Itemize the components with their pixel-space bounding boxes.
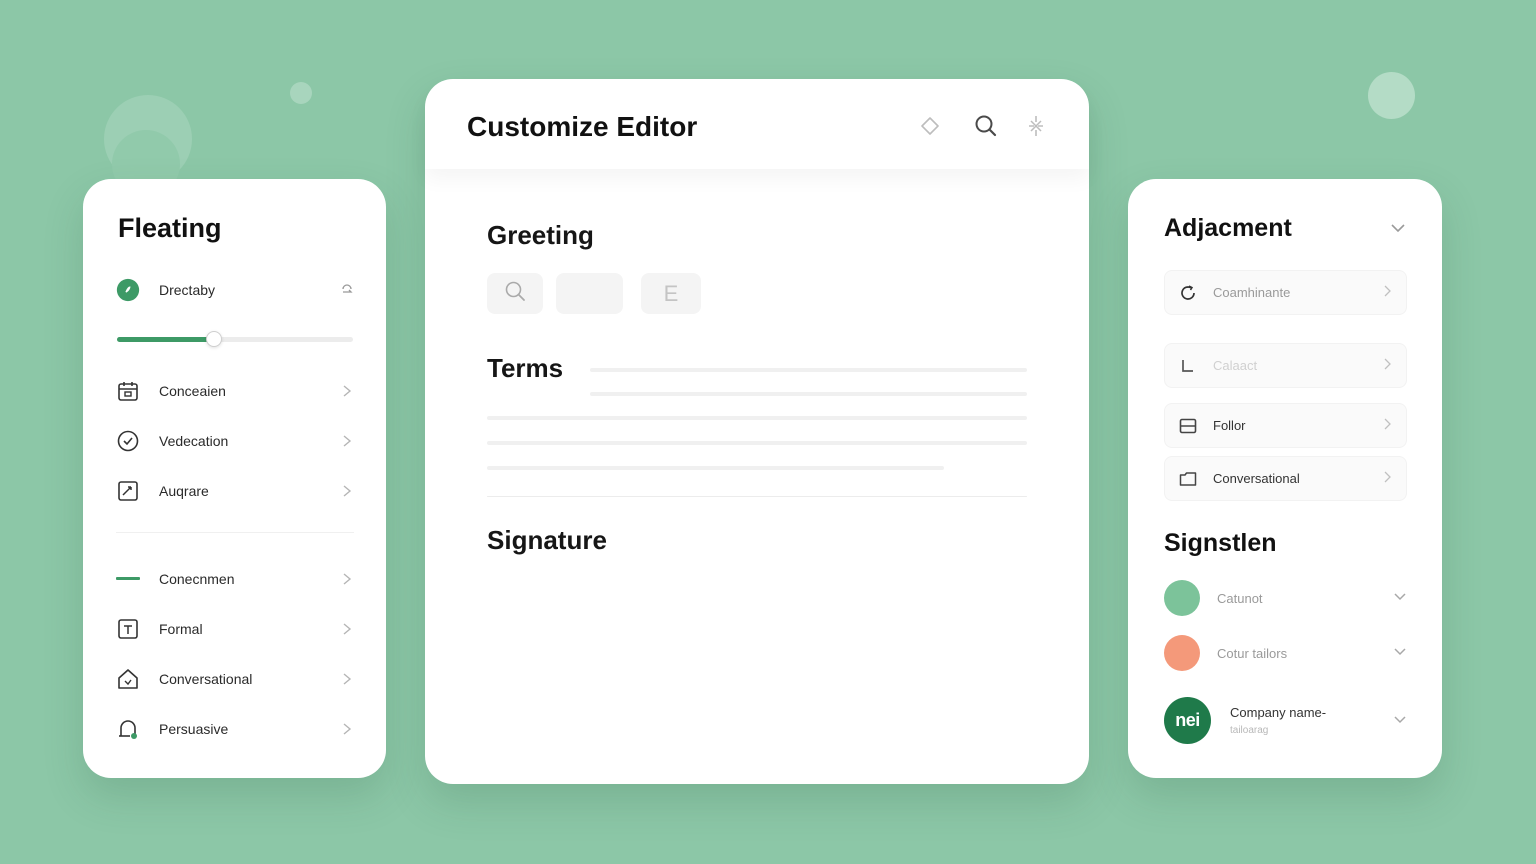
panel-title: Fleating — [118, 213, 222, 243]
company-name: Company name- — [1230, 705, 1327, 720]
company-badge-text: nei — [1175, 710, 1200, 730]
adjust-item-coamhinante[interactable]: Coamhinante — [1164, 270, 1407, 315]
signature-heading: Signature — [487, 525, 607, 555]
adjust-item-label: Coamhinante — [1213, 285, 1291, 300]
color-swatch — [1164, 635, 1200, 671]
chevron-down-icon[interactable] — [1393, 712, 1407, 730]
signature-option-label: Catunot — [1217, 590, 1263, 606]
greeting-blank-chip[interactable] — [556, 273, 623, 314]
list-item-label: Vedecation — [159, 433, 229, 449]
chevron-right-icon — [1383, 470, 1392, 488]
chevron-right-icon — [340, 384, 354, 398]
intensity-slider[interactable] — [117, 331, 353, 347]
placeholder-line — [487, 441, 1027, 445]
sparkle-icon[interactable] — [1023, 113, 1049, 139]
chevron-down-icon[interactable] — [1393, 644, 1407, 662]
chip-label: E — [663, 280, 679, 306]
list-item-label: Conversational — [159, 671, 253, 687]
company-avatar: nei — [1164, 697, 1211, 744]
editor-panel: Customize Editor Greeting E Terms Signat… — [425, 79, 1089, 784]
list-item-conversational[interactable]: Conversational — [116, 663, 354, 695]
adjust-item-calaact[interactable]: Calaact — [1164, 343, 1407, 388]
refresh-circle-icon — [1179, 284, 1197, 302]
list-item-label: Conecnmen — [159, 571, 235, 587]
signature-option-cotur-tailors[interactable]: Cotur tailors — [1164, 635, 1407, 671]
check-circle-icon — [116, 429, 140, 453]
edit-square-icon — [116, 479, 140, 503]
list-item-label: Auqrare — [159, 483, 209, 499]
search-icon — [504, 280, 526, 307]
list-item-formal[interactable]: Formal — [116, 613, 354, 645]
list-item-label: Conceaien — [159, 383, 226, 399]
placeholder-line — [487, 466, 944, 470]
signature-option-label: Cotur tailors — [1217, 645, 1288, 661]
greeting-heading: Greeting — [487, 220, 594, 250]
placeholder-line — [590, 392, 1027, 396]
dash-icon — [116, 567, 140, 591]
list-box-icon — [1179, 417, 1197, 435]
formatting-panel: Fleating Drectaby Conceaien Vedecation A… — [83, 179, 386, 778]
slider-handle[interactable] — [205, 331, 222, 347]
greeting-search-chip[interactable] — [487, 273, 543, 314]
chevron-right-icon — [340, 434, 354, 448]
refresh-icon[interactable] — [340, 283, 354, 297]
list-item-conceaien[interactable]: Conceaien — [116, 375, 354, 407]
bell-icon — [116, 717, 140, 741]
search-icon[interactable] — [973, 113, 999, 139]
editor-title: Customize Editor — [467, 111, 698, 142]
top-option-item[interactable]: Drectaby — [116, 274, 354, 306]
calendar-icon — [116, 379, 140, 403]
section-divider — [487, 496, 1027, 497]
chevron-down-icon[interactable] — [1393, 589, 1407, 607]
list-item-vedecation[interactable]: Vedecation — [116, 425, 354, 457]
chevron-down-icon[interactable] — [1390, 221, 1406, 239]
adjust-item-label: Calaact — [1213, 358, 1258, 373]
placeholder-line — [590, 368, 1027, 372]
corner-icon — [1179, 357, 1197, 375]
chevron-right-icon — [340, 484, 354, 498]
company-info: Company name- tailoarag — [1230, 705, 1393, 736]
bg-bubble-right — [1368, 72, 1415, 119]
terms-heading: Terms — [487, 353, 564, 383]
slider-fill — [117, 337, 214, 342]
editor-header: Customize Editor — [425, 79, 1089, 169]
list-item-conecnmen[interactable]: Conecnmen — [116, 563, 354, 595]
adjust-item-label: Conversational — [1213, 471, 1300, 486]
section-divider — [116, 532, 354, 533]
chevron-right-icon — [1383, 284, 1392, 302]
company-subtitle: tailoarag — [1230, 725, 1269, 736]
leaf-icon — [116, 278, 140, 302]
list-item-auqrare[interactable]: Auqrare — [116, 475, 354, 507]
list-item-label: Formal — [159, 621, 203, 637]
chevron-right-icon — [340, 672, 354, 686]
house-icon — [116, 667, 140, 691]
text-box-icon — [116, 617, 140, 641]
adjust-item-follor[interactable]: Follor — [1164, 403, 1407, 448]
color-swatch — [1164, 580, 1200, 616]
bg-bubble-small — [290, 82, 312, 104]
greeting-text-chip[interactable]: E — [641, 273, 701, 314]
top-option-label: Drectaby — [159, 282, 216, 298]
adjust-item-label: Follor — [1213, 418, 1246, 433]
company-signature-row[interactable]: nei Company name- tailoarag — [1164, 697, 1407, 744]
list-item-persuasive[interactable]: Persuasive — [116, 713, 354, 745]
chevron-right-icon — [1383, 417, 1392, 435]
adjustment-panel: Adjacment Coamhinante Calaact Follor Con… — [1128, 179, 1442, 778]
signature-option-catunot[interactable]: Catunot — [1164, 580, 1407, 616]
chevron-right-icon — [340, 622, 354, 636]
chevron-right-icon — [340, 722, 354, 736]
chevron-right-icon — [1383, 357, 1392, 375]
folder-icon — [1179, 470, 1197, 488]
chevron-right-icon — [340, 572, 354, 586]
signature-section-title: Signstlen — [1164, 529, 1277, 557]
list-item-label: Persuasive — [159, 721, 229, 737]
panel-title: Adjacment — [1164, 214, 1292, 242]
adjust-item-conversational[interactable]: Conversational — [1164, 456, 1407, 501]
placeholder-line — [487, 416, 1027, 420]
diamond-icon[interactable] — [917, 113, 943, 139]
